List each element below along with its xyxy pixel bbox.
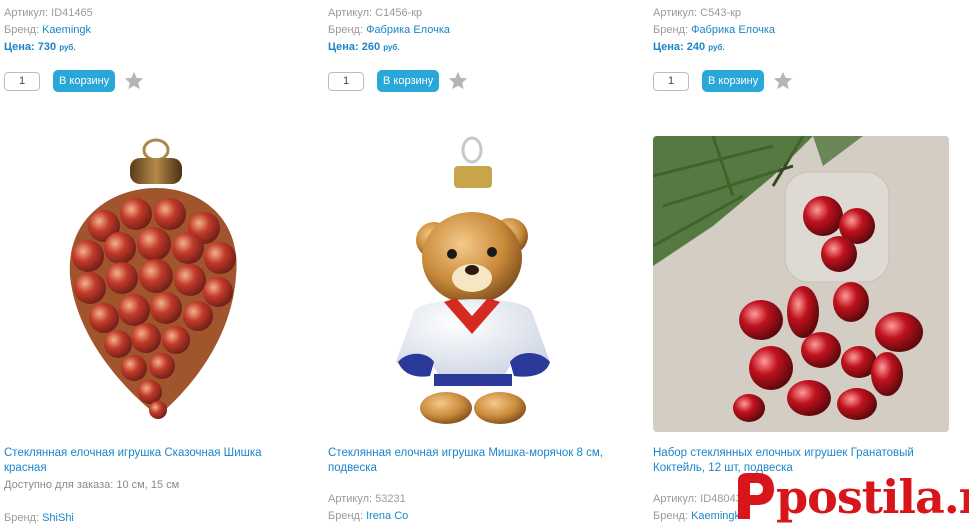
- brand-link[interactable]: Фабрика Елочка: [366, 24, 450, 36]
- buy-row: В корзину: [328, 70, 469, 92]
- brand-label: Бренд:: [328, 510, 364, 522]
- article-label: Артикул:: [328, 493, 373, 505]
- star-icon[interactable]: [123, 70, 145, 92]
- product-info-top: Артикул: C1456-кр Бренд: Фабрика Елочка …: [328, 5, 450, 56]
- add-to-cart-button[interactable]: В корзину: [377, 70, 440, 92]
- quantity-input[interactable]: [653, 71, 689, 91]
- brand-label: Бренд:: [653, 510, 689, 522]
- postila-watermark: postila.ru: [724, 466, 969, 528]
- price: Цена: 240 руб.: [653, 41, 725, 53]
- product-title-link[interactable]: Стеклянная елочная игрушка Мишка-морячок…: [328, 446, 624, 476]
- product-info-top: Артикул: C543-кр Бренд: Фабрика Елочка Ц…: [653, 5, 775, 56]
- star-icon[interactable]: [772, 70, 794, 92]
- article-value: C543-кр: [700, 7, 742, 19]
- article-value: 53231: [375, 493, 406, 505]
- price: Цена: 260 руб.: [328, 41, 400, 53]
- brand-label: Бренд:: [4, 512, 40, 524]
- price: Цена: 730 руб.: [4, 41, 76, 53]
- currency: руб.: [708, 43, 725, 52]
- product-info-top: Артикул: ID41465 Бренд: Kaemingk Цена: 7…: [4, 5, 93, 56]
- star-icon[interactable]: [447, 70, 469, 92]
- watermark-text: postila.ru: [776, 470, 969, 524]
- product-info-bottom: Бренд: ShiShi: [4, 510, 74, 527]
- postila-logo-icon: [724, 469, 780, 525]
- currency: руб.: [59, 43, 76, 52]
- pinecone-ornament-image[interactable]: [4, 136, 300, 432]
- brand-label: Бренд:: [653, 24, 689, 36]
- bear-ornament-image[interactable]: [328, 136, 624, 432]
- add-to-cart-button[interactable]: В корзину: [53, 70, 116, 92]
- buy-row: В корзину: [653, 70, 794, 92]
- product-info-bottom: Артикул: 53231 Бренд: Irena Co: [328, 491, 408, 525]
- article-value: ID41465: [51, 7, 93, 19]
- ornament-set-image[interactable]: [653, 136, 949, 432]
- product-title-link[interactable]: Стеклянная елочная игрушка Сказочная Шиш…: [4, 446, 300, 476]
- brand-link[interactable]: ShiShi: [42, 512, 74, 524]
- add-to-cart-button[interactable]: В корзину: [702, 70, 765, 92]
- brand-link[interactable]: Фабрика Елочка: [691, 24, 775, 36]
- price-value: 260: [361, 41, 381, 53]
- article-label: Артикул:: [653, 493, 698, 505]
- price-value: 730: [37, 41, 57, 53]
- price-value: 240: [686, 41, 706, 53]
- article-label: Артикул:: [328, 7, 373, 19]
- brand-link[interactable]: Kaemingk: [42, 24, 91, 36]
- availability-text: Доступно для заказа: 10 см, 15 см: [4, 479, 180, 491]
- brand-link[interactable]: Irena Co: [366, 510, 408, 522]
- quantity-input[interactable]: [4, 71, 40, 91]
- article-label: Артикул:: [4, 7, 49, 19]
- quantity-input[interactable]: [328, 71, 364, 91]
- brand-label: Бренд:: [328, 24, 364, 36]
- article-label: Артикул:: [653, 7, 698, 19]
- article-value: C1456-кр: [375, 7, 423, 19]
- currency: руб.: [383, 43, 400, 52]
- buy-row: В корзину: [4, 70, 145, 92]
- brand-label: Бренд:: [4, 24, 40, 36]
